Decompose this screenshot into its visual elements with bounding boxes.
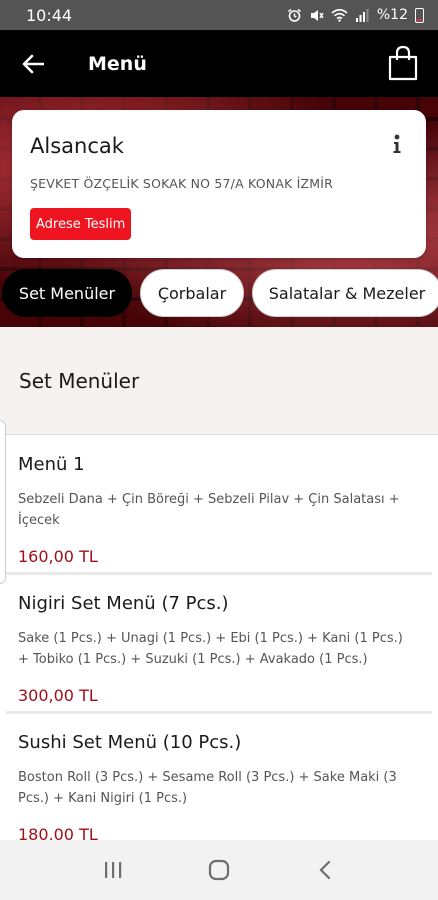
- item-price: 300,00 TL: [18, 686, 98, 705]
- list-item[interactable]: Sushi Set Menü (10 Pcs.) Boston Roll (3 …: [6, 714, 432, 853]
- recents-icon: [105, 862, 122, 878]
- cart-button[interactable]: [386, 44, 420, 82]
- home-icon: [208, 859, 230, 881]
- item-price: 160,00 TL: [18, 547, 98, 566]
- item-description: Sebzeli Dana + Çin Böreği + Sebzeli Pila…: [18, 492, 400, 528]
- status-bar: 10:44 %12: [0, 0, 438, 30]
- back-arrow-icon: [22, 54, 44, 73]
- tab-set-menuler[interactable]: Set Menüler: [2, 269, 132, 317]
- signal-icon: [355, 9, 369, 22]
- list-item[interactable]: Nigiri Set Menü (7 Pcs.) Sake (1 Pcs.) +…: [6, 575, 432, 714]
- item-description: Sake (1 Pcs.) + Unagi (1 Pcs.) + Ebi (1 …: [18, 631, 403, 667]
- system-nav-bar: [0, 840, 438, 900]
- item-description: Boston Roll (3 Pcs.) + Sesame Roll (3 Pc…: [18, 770, 397, 806]
- wifi-icon: [331, 8, 348, 22]
- list-item[interactable]: Menü 1 Sebzeli Dana + Çin Böreği + Sebze…: [6, 436, 432, 575]
- section-title: Set Menüler: [0, 327, 438, 435]
- delivery-type-button[interactable]: Adrese Teslim: [30, 208, 132, 240]
- item-name: Nigiri Set Menü (7 Pcs.): [18, 593, 229, 614]
- store-name: Alsancak: [30, 134, 124, 158]
- item-name: Sushi Set Menü (10 Pcs.): [18, 732, 242, 753]
- store-address: ŞEVKET ÖZÇELİK SOKAK NO 57/A KONAK İZMİR: [30, 176, 334, 191]
- store-card: Alsancak ŞEVKET ÖZÇELİK SOKAK NO 57/A KO…: [12, 110, 426, 258]
- tab-corbalar[interactable]: Çorbalar: [140, 269, 244, 317]
- status-time: 10:44: [26, 5, 73, 25]
- tab-salatalar-mezeler[interactable]: Salatalar & Mezeler: [252, 269, 438, 317]
- info-icon[interactable]: [390, 134, 404, 154]
- alarm-icon: [287, 8, 301, 22]
- shopping-bag-icon: [388, 45, 418, 81]
- battery-percentage: %12: [376, 7, 408, 23]
- status-icons: %12: [287, 7, 424, 23]
- nav-back-button[interactable]: [305, 850, 345, 890]
- nav-back-icon: [319, 860, 331, 880]
- item-name: Menü 1: [18, 454, 85, 475]
- home-button[interactable]: [199, 850, 239, 890]
- recents-button[interactable]: [93, 850, 133, 890]
- battery-icon: [415, 7, 424, 23]
- page-title: Menü: [88, 52, 147, 75]
- mute-icon: [310, 9, 324, 21]
- app-bar: Menü: [0, 30, 438, 97]
- back-button[interactable]: [0, 30, 66, 97]
- category-tabs: Set Menüler Çorbalar Salatalar & Mezeler: [0, 269, 438, 317]
- menu-list: Menü 1 Sebzeli Dana + Çin Böreği + Sebze…: [0, 436, 438, 853]
